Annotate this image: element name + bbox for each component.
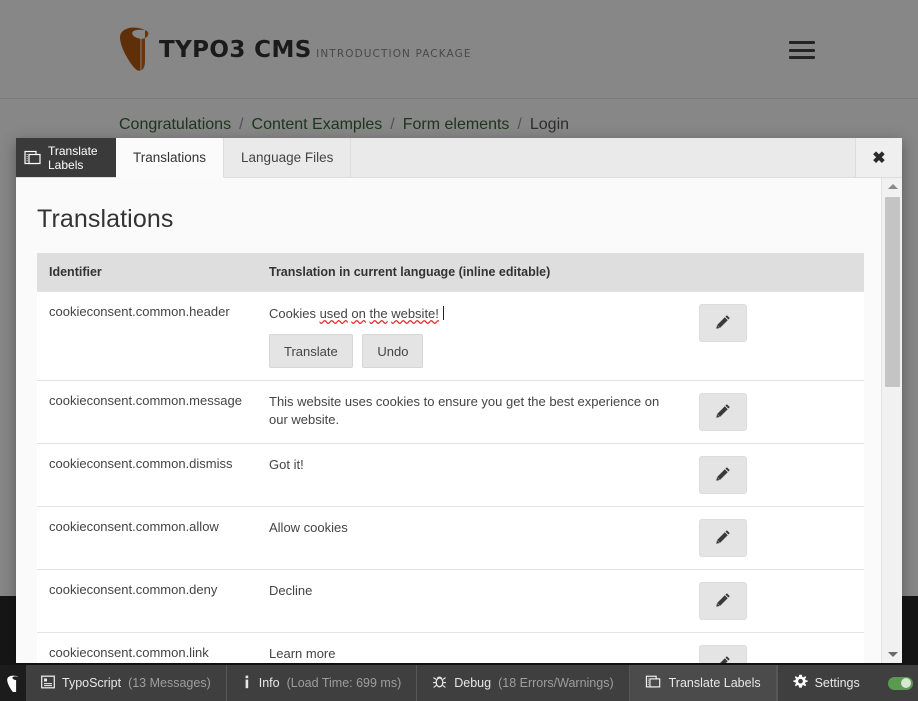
cell-actions bbox=[687, 443, 864, 507]
column-header-identifier: Identifier bbox=[37, 253, 257, 292]
toolbar-item-label: Debug bbox=[454, 676, 492, 690]
translate-button[interactable]: Translate bbox=[269, 334, 353, 368]
undo-button[interactable]: Undo bbox=[362, 334, 424, 368]
inline-editor[interactable]: Cookies used on the website! bbox=[269, 304, 675, 324]
edit-button[interactable] bbox=[699, 304, 747, 342]
settings-label: Settings bbox=[814, 676, 860, 690]
edit-button[interactable] bbox=[699, 456, 747, 494]
modal-scrollbar[interactable] bbox=[881, 178, 902, 663]
toolbar-item-settings[interactable]: Settings bbox=[778, 665, 875, 701]
table-row: cookieconsent.common.deny Decline bbox=[37, 569, 864, 633]
table-header-row: Identifier Translation in current langua… bbox=[37, 253, 864, 292]
cell-translation[interactable]: This website uses cookies to ensure you … bbox=[257, 380, 687, 444]
pencil-icon bbox=[715, 466, 731, 484]
toolbar-item-detail: (13 Messages) bbox=[128, 676, 211, 690]
text-cursor bbox=[442, 306, 444, 320]
cell-identifier: cookieconsent.common.dismiss bbox=[37, 443, 257, 507]
close-icon[interactable]: ✖ bbox=[856, 138, 902, 177]
cell-identifier: cookieconsent.common.deny bbox=[37, 569, 257, 633]
translate-labels-modal: Translate Labels Translations Language F… bbox=[16, 138, 902, 663]
toolbar-item-info[interactable]: Info (Load Time: 699 ms) bbox=[227, 665, 418, 701]
table-row: cookieconsent.common.allow Allow cookies bbox=[37, 506, 864, 570]
scrollbar-thumb[interactable] bbox=[885, 197, 900, 387]
typoscript-icon bbox=[41, 675, 55, 692]
edit-button[interactable] bbox=[699, 582, 747, 620]
inline-value-text[interactable]: Got it! bbox=[269, 457, 304, 472]
modal-tabbar: Translate Labels Translations Language F… bbox=[16, 138, 902, 178]
table-head: Identifier Translation in current langua… bbox=[37, 253, 864, 292]
cell-identifier: cookieconsent.common.message bbox=[37, 380, 257, 444]
inline-value-text[interactable]: Allow cookies bbox=[269, 520, 348, 535]
adminpanel-toggle-wrap bbox=[874, 665, 918, 701]
adminpanel-toggle[interactable] bbox=[887, 676, 913, 690]
gear-icon bbox=[792, 674, 808, 692]
cell-actions bbox=[687, 506, 864, 570]
column-header-actions bbox=[687, 253, 864, 292]
tab-language-files[interactable]: Language Files bbox=[224, 138, 352, 177]
column-header-translation: Translation in current language (inline … bbox=[257, 253, 687, 292]
modal-body: Translations Identifier Translation in c… bbox=[16, 178, 902, 663]
pencil-icon bbox=[715, 592, 731, 610]
inline-value-text[interactable]: Learn more bbox=[269, 646, 335, 661]
value-fragment-misspelled: used bbox=[319, 306, 348, 321]
cell-actions bbox=[687, 632, 864, 663]
value-fragment-misspelled: website! bbox=[391, 306, 439, 321]
cell-translation[interactable]: Got it! bbox=[257, 443, 687, 507]
cell-actions bbox=[687, 380, 864, 444]
cell-identifier: cookieconsent.common.link bbox=[37, 632, 257, 663]
value-fragment-misspelled: the bbox=[369, 306, 388, 321]
info-icon bbox=[242, 675, 252, 692]
cell-translation[interactable]: Decline bbox=[257, 569, 687, 633]
inline-value-text[interactable]: Decline bbox=[269, 583, 312, 598]
edit-button[interactable] bbox=[699, 645, 747, 663]
screen: TYPO3 CMS INTRODUCTION PACKAGE Congratul… bbox=[0, 0, 918, 701]
table-body: cookieconsent.common.header Cookies used… bbox=[37, 291, 864, 663]
cell-identifier: cookieconsent.common.header bbox=[37, 291, 257, 381]
toolbar-item-label: Translate Labels bbox=[668, 676, 761, 690]
panels-icon bbox=[645, 674, 662, 693]
value-fragment-misspelled: on bbox=[351, 306, 366, 321]
toolbar-item-detail: (Load Time: 699 ms) bbox=[286, 676, 402, 690]
edit-button[interactable] bbox=[699, 393, 747, 431]
toolbar-item-detail: (18 Errors/Warnings) bbox=[498, 676, 614, 690]
cell-translation[interactable]: Learn more bbox=[257, 632, 687, 663]
tabbar-filler bbox=[351, 138, 856, 177]
modal-brand-label: Translate Labels bbox=[48, 143, 98, 172]
toolbar-item-debug[interactable]: Debug (18 Errors/Warnings) bbox=[417, 665, 630, 701]
cell-actions bbox=[687, 569, 864, 633]
cell-translation[interactable]: Allow cookies bbox=[257, 506, 687, 570]
toolbar-item-label: TypoScript bbox=[62, 676, 122, 690]
table-row: cookieconsent.common.dismiss Got it! bbox=[37, 443, 864, 507]
table-row: cookieconsent.common.message This websit… bbox=[37, 380, 864, 444]
edit-button[interactable] bbox=[699, 519, 747, 557]
scroll-up-arrow-icon[interactable] bbox=[882, 178, 902, 195]
pencil-icon bbox=[715, 314, 731, 332]
cell-identifier: cookieconsent.common.allow bbox=[37, 506, 257, 570]
table-row: cookieconsent.common.link Learn more bbox=[37, 632, 864, 663]
toolbar-item-label: Info bbox=[258, 676, 280, 690]
scroll-down-arrow-icon[interactable] bbox=[882, 646, 902, 663]
value-fragment: Cookies bbox=[269, 306, 320, 321]
modal-brand-tab[interactable]: Translate Labels bbox=[16, 138, 116, 177]
typo3-logo-icon[interactable] bbox=[0, 665, 26, 701]
cell-translation[interactable]: Cookies used on the website! Translate U… bbox=[257, 291, 687, 381]
toolbar-item-translate-labels[interactable]: Translate Labels bbox=[629, 665, 777, 701]
toolbar-item-typoscript[interactable]: TypoScript (13 Messages) bbox=[26, 665, 227, 701]
page-title: Translations bbox=[37, 205, 174, 233]
table-row: cookieconsent.common.header Cookies used… bbox=[37, 291, 864, 381]
pencil-icon bbox=[716, 655, 731, 663]
pencil-icon bbox=[715, 403, 731, 421]
admin-panel-toolbar: TypoScript (13 Messages) Info (Load Time… bbox=[0, 665, 918, 701]
modal-scroll-area: Translations Identifier Translation in c… bbox=[16, 178, 881, 663]
bug-icon bbox=[432, 674, 447, 692]
tab-translations[interactable]: Translations bbox=[116, 138, 225, 178]
inline-value-text[interactable]: Cookies used on the website! bbox=[269, 306, 439, 321]
pencil-icon bbox=[715, 529, 731, 547]
panels-icon bbox=[24, 149, 42, 167]
translations-table: Identifier Translation in current langua… bbox=[37, 253, 864, 663]
inline-value-text[interactable]: This website uses cookies to ensure you … bbox=[269, 394, 659, 427]
toggle-knob bbox=[901, 678, 912, 688]
cell-actions bbox=[687, 291, 864, 381]
